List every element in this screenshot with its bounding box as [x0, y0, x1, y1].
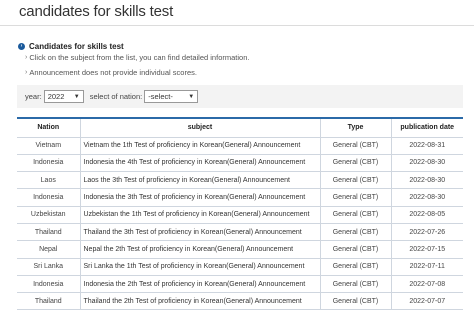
nation-cell: Thailand [17, 292, 81, 311]
table-row: Vietnam Vietnam the 1th Test of proficien… [17, 136, 463, 155]
info-note: › Click on the subject from the list, yo… [25, 53, 249, 62]
table-row: Thailand Thailand the 2th Test of profici… [17, 292, 463, 311]
nation-cell: Sri Lanka [17, 257, 81, 276]
nation-cell: Nepal [17, 240, 81, 259]
nation-cell: Indonesia [17, 153, 81, 173]
type-cell: General (CBT) [319, 153, 392, 173]
info-note: › Announcement does not provide individu… [25, 68, 197, 77]
table-row: Indonesia Indonesia the 3th Test of profi… [17, 188, 463, 207]
nation-select-value: -select- [148, 92, 173, 101]
date-cell: 2022-07-15 [390, 240, 463, 259]
type-cell: General (CBT) [319, 205, 392, 224]
column-header-type: Type [319, 117, 392, 138]
subject-link[interactable]: Thailand the 2th Test of proficiency in … [79, 292, 321, 311]
info-note-text: Announcement does not provide individual… [29, 68, 197, 77]
date-cell: 2022-08-31 [390, 136, 463, 155]
table-row: Indonesia Indonesia the 4th Test of profi… [17, 153, 463, 173]
section-heading: › Candidates for skills test [18, 40, 124, 53]
arrow-right-icon: › [25, 69, 28, 76]
subject-link[interactable]: Thailand the 3th Test of proficiency in … [79, 222, 321, 242]
table-header-row: Nation subject Type publication date [17, 117, 463, 138]
subject-link[interactable]: Indonesia the 4th Test of proficiency in… [79, 153, 321, 173]
table-row: Thailand Thailand the 3th Test of profici… [17, 222, 463, 242]
info-note-text: Click on the subject from the list, you … [29, 53, 250, 62]
date-cell: 2022-07-08 [390, 274, 463, 294]
announcement-table: Nation subject Type publication date Vie… [17, 117, 463, 311]
subject-link[interactable]: Vietnam the 1th Test of proficiency in K… [79, 136, 321, 155]
date-cell: 2022-07-07 [390, 292, 463, 311]
table-row: Uzbekistan Uzbekistan the 1th Test of pro… [17, 205, 463, 224]
section-heading-text: Candidates for skills test [29, 42, 124, 51]
year-select-value: 2022 [47, 92, 65, 101]
date-cell: 2022-08-30 [390, 188, 463, 207]
nation-cell: Uzbekistan [17, 205, 81, 224]
type-cell: General (CBT) [319, 171, 392, 190]
nation-cell: Laos [17, 171, 81, 190]
table-row: Nepal Nepal the 2th Test of proficiency i… [17, 240, 463, 259]
table-row: Laos Laos the 3th Test of proficiency in … [17, 171, 463, 190]
type-cell: General (CBT) [319, 257, 392, 276]
nation-label: select of nation: [89, 92, 143, 101]
nation-cell: Vietnam [17, 136, 81, 155]
date-cell: 2022-08-30 [390, 153, 463, 173]
date-cell: 2022-08-30 [390, 171, 463, 190]
date-cell: 2022-08-05 [390, 205, 463, 224]
filter-bar: year: 2022 ▼ select of nation: -select- … [17, 85, 463, 108]
caret-down-icon: ▼ [188, 93, 195, 100]
title-divider [0, 25, 474, 26]
subject-link[interactable]: Indonesia the 2th Test of proficiency in… [79, 274, 321, 294]
subject-link[interactable]: Indonesia the 3th Test of proficiency in… [79, 188, 321, 207]
column-header-date: publication date [390, 117, 463, 138]
subject-link[interactable]: Sri Lanka the 1th Test of proficiency in… [79, 257, 321, 276]
caret-down-icon: ▼ [73, 93, 80, 100]
arrow-right-icon: › [25, 54, 28, 61]
nation-cell: Indonesia [17, 188, 81, 207]
column-header-subject: subject [79, 117, 321, 138]
type-cell: General (CBT) [319, 188, 392, 207]
subject-link[interactable]: Uzbekistan the 1th Test of proficiency i… [79, 205, 321, 224]
year-label: year: [25, 92, 42, 101]
type-cell: General (CBT) [319, 274, 392, 294]
column-header-nation: Nation [17, 117, 81, 138]
table-row: Sri Lanka Sri Lanka the 1th Test of profi… [17, 257, 463, 276]
nation-cell: Indonesia [17, 274, 81, 294]
year-select[interactable]: 2022 ▼ [43, 90, 84, 103]
nation-cell: Thailand [17, 222, 81, 242]
nation-select[interactable]: -select- ▼ [144, 90, 199, 103]
date-cell: 2022-07-11 [390, 257, 463, 276]
type-cell: General (CBT) [319, 222, 392, 242]
type-cell: General (CBT) [319, 136, 392, 155]
table-row: Indonesia Indonesia the 2th Test of profi… [17, 274, 463, 294]
type-cell: General (CBT) [319, 292, 392, 311]
type-cell: General (CBT) [319, 240, 392, 259]
date-cell: 2022-07-26 [390, 222, 463, 242]
page-title: candidates for skills test [19, 3, 174, 20]
subject-link[interactable]: Laos the 3th Test of proficiency in Kore… [79, 171, 321, 190]
subject-link[interactable]: Nepal the 2th Test of proficiency in Kor… [79, 240, 321, 259]
circle-chevron-icon: › [18, 43, 25, 50]
